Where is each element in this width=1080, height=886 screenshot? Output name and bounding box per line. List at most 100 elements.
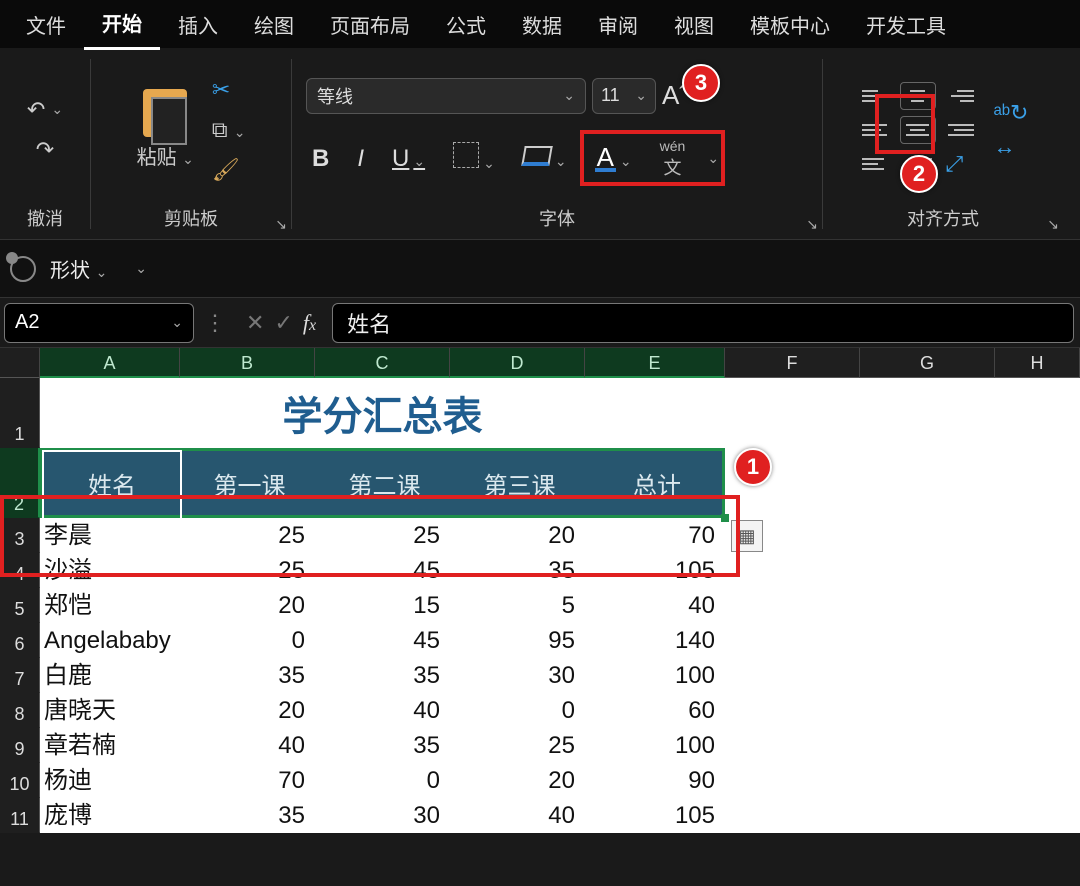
row-header-10[interactable]: 10 <box>0 763 40 798</box>
cell-value[interactable]: 30 <box>315 798 450 833</box>
cell-value[interactable]: 40 <box>180 728 315 763</box>
copy-icon[interactable]: ⧉ ⌄ <box>212 117 246 143</box>
redo-button[interactable]: ↷ <box>36 137 54 163</box>
namebox-resize[interactable]: ⋮ <box>204 310 226 336</box>
align-mid-center[interactable] <box>900 116 936 144</box>
row-header-6[interactable]: 6 <box>0 623 40 658</box>
header-cell[interactable]: 第二课 <box>317 450 452 516</box>
align-top-center[interactable] <box>900 82 936 110</box>
align-mid-right[interactable] <box>942 116 978 144</box>
row-header-8[interactable]: 8 <box>0 693 40 728</box>
menu-绘图[interactable]: 绘图 <box>236 0 312 49</box>
align-mid-left[interactable] <box>858 116 894 144</box>
menu-插入[interactable]: 插入 <box>160 0 236 49</box>
header-row-selection[interactable]: 姓名第一课第二课第三课总计 <box>40 448 725 518</box>
column-header-B[interactable]: B <box>180 348 315 378</box>
cell-name[interactable]: 白鹿 <box>40 658 180 693</box>
cell-name[interactable]: Angelababy <box>40 623 180 658</box>
menu-开始[interactable]: 开始 <box>84 0 160 50</box>
header-cell[interactable]: 总计 <box>587 450 727 516</box>
cell-value[interactable]: 100 <box>585 728 725 763</box>
clipboard-launcher-icon[interactable]: ↘ <box>275 216 287 233</box>
menu-视图[interactable]: 视图 <box>656 0 732 49</box>
undo-button[interactable]: ↶⌄ <box>27 97 63 123</box>
font-name-select[interactable]: 等线⌄ <box>306 78 586 114</box>
cell-name[interactable]: 杨迪 <box>40 763 180 798</box>
cell-value[interactable]: 30 <box>450 658 585 693</box>
phonetic-button[interactable]: wén 文 <box>654 136 692 182</box>
cell-value[interactable]: 90 <box>585 763 725 798</box>
fill-color-button[interactable]: ⌄ <box>517 143 573 175</box>
cut-icon[interactable]: ✂ <box>212 77 246 103</box>
orientation-button[interactable]: ⤢ <box>942 150 978 178</box>
select-all-corner[interactable] <box>0 348 40 378</box>
cell-value[interactable]: 45 <box>315 623 450 658</box>
row-header-3[interactable]: 3 <box>0 518 40 553</box>
indent-decrease[interactable] <box>858 150 894 178</box>
menu-数据[interactable]: 数据 <box>504 0 580 49</box>
quick-analysis-icon[interactable]: ▦ <box>731 520 763 552</box>
alignment-launcher-icon[interactable]: ↘ <box>1047 216 1059 233</box>
header-cell[interactable]: 第一课 <box>182 450 317 516</box>
row-header-11[interactable]: 11 <box>0 798 40 833</box>
row-header-4[interactable]: 4 <box>0 553 40 588</box>
font-size-select[interactable]: 11⌄ <box>592 78 656 114</box>
cell-value[interactable]: 15 <box>315 588 450 623</box>
menu-开发工具[interactable]: 开发工具 <box>848 0 964 49</box>
cell-value[interactable]: 60 <box>585 693 725 728</box>
header-cell[interactable]: 姓名 <box>42 450 182 516</box>
cell-value[interactable]: 35 <box>180 798 315 833</box>
font-color-button[interactable]: A⌄ <box>589 143 638 175</box>
cell-value[interactable]: 95 <box>450 623 585 658</box>
border-button[interactable]: ⌄ <box>447 140 501 177</box>
cell-value[interactable]: 20 <box>450 518 585 553</box>
row-header-5[interactable]: 5 <box>0 588 40 623</box>
cell-value[interactable]: 20 <box>450 763 585 798</box>
cell-name[interactable]: 沙溢 <box>40 553 180 588</box>
align-top-left[interactable] <box>858 82 894 110</box>
column-header-G[interactable]: G <box>860 348 995 378</box>
row-header-1[interactable]: 1 <box>0 378 40 448</box>
text-orientation-icon[interactable]: ᵃᵇ↻ <box>994 100 1029 126</box>
cell-value[interactable]: 0 <box>315 763 450 798</box>
cell-value[interactable]: 20 <box>180 588 315 623</box>
header-cell[interactable]: 第三课 <box>452 450 587 516</box>
column-header-H[interactable]: H <box>995 348 1080 378</box>
menu-模板中心[interactable]: 模板中心 <box>732 0 848 49</box>
column-header-F[interactable]: F <box>725 348 860 378</box>
confirm-edit-icon[interactable]: ✓ <box>274 310 292 336</box>
underline-button[interactable]: U⌄ <box>386 143 431 175</box>
cancel-edit-icon[interactable]: ✕ <box>246 310 264 336</box>
column-header-D[interactable]: D <box>450 348 585 378</box>
cell-value[interactable]: 25 <box>450 728 585 763</box>
row-header-2[interactable]: 2 <box>0 448 40 518</box>
cell-value[interactable]: 25 <box>180 518 315 553</box>
font-launcher-icon[interactable]: ↘ <box>806 216 818 233</box>
spreadsheet-grid[interactable]: ABCDEFGH 1234567891011 学分汇总表姓名第一课第二课第三课总… <box>0 348 1080 838</box>
cell-value[interactable]: 105 <box>585 553 725 588</box>
fx-icon[interactable]: fx <box>303 310 316 336</box>
italic-button[interactable]: I <box>351 143 370 175</box>
align-top-right[interactable] <box>942 82 978 110</box>
paste-button[interactable]: 粘贴 ⌄ <box>137 89 194 170</box>
shape-overflow[interactable]: ⌄ <box>135 260 147 277</box>
shapes-button[interactable]: 形状 ⌄ <box>50 254 107 283</box>
cell-value[interactable]: 140 <box>585 623 725 658</box>
cell-name[interactable]: 庞博 <box>40 798 180 833</box>
menu-页面布局[interactable]: 页面布局 <box>312 0 428 49</box>
bold-button[interactable]: B <box>306 143 335 175</box>
cell-value[interactable]: 70 <box>180 763 315 798</box>
cell-value[interactable]: 70 <box>585 518 725 553</box>
row-header-9[interactable]: 9 <box>0 728 40 763</box>
cell-value[interactable]: 35 <box>180 658 315 693</box>
format-painter-icon[interactable]: 🖌 <box>212 157 246 183</box>
cell-value[interactable]: 40 <box>585 588 725 623</box>
menu-公式[interactable]: 公式 <box>428 0 504 49</box>
menu-审阅[interactable]: 审阅 <box>580 0 656 49</box>
cell-value[interactable]: 25 <box>315 518 450 553</box>
column-header-A[interactable]: A <box>40 348 180 378</box>
cell-value[interactable]: 25 <box>180 553 315 588</box>
cell-value[interactable]: 5 <box>450 588 585 623</box>
column-header-C[interactable]: C <box>315 348 450 378</box>
cell-value[interactable]: 40 <box>450 798 585 833</box>
